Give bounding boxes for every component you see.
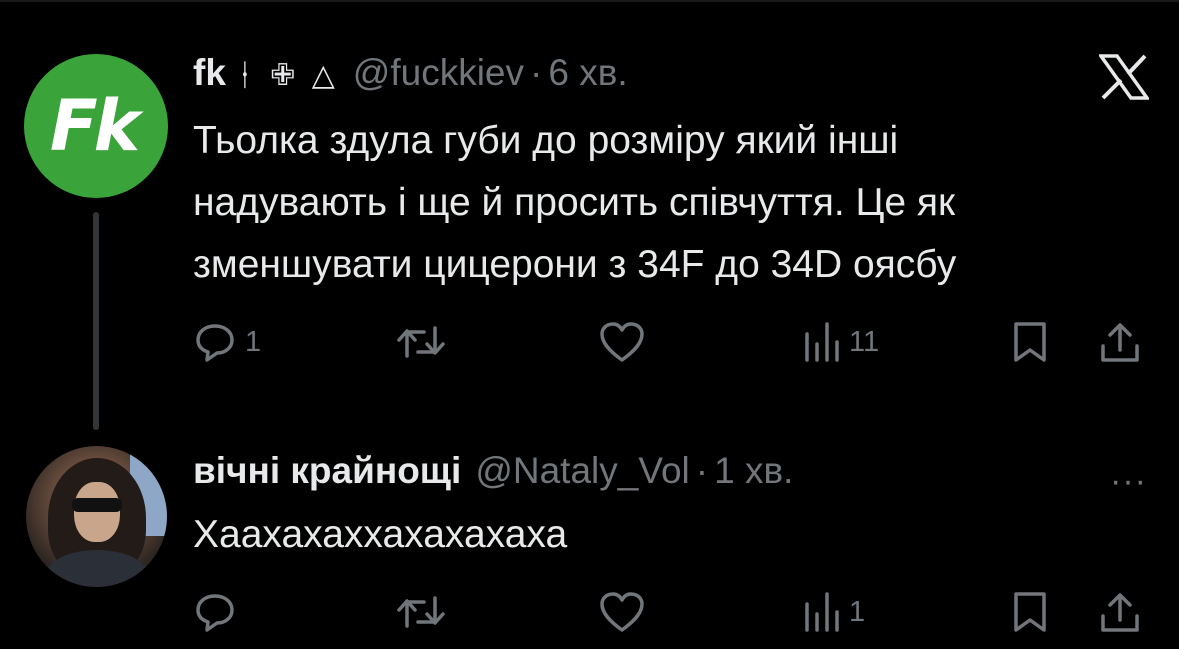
display-name[interactable]: fk <box>193 52 226 94</box>
retweet-button[interactable] <box>396 320 446 364</box>
views-icon <box>805 592 839 632</box>
avatar[interactable] <box>26 446 167 587</box>
reply-icon <box>196 594 234 632</box>
bookmark-button[interactable] <box>1010 320 1050 364</box>
tweet-text-line: Хаахахаххахахахаха <box>193 513 568 556</box>
thread-line <box>93 212 99 430</box>
tweet-text-line: Тьолка здула губи до розміру який інші <box>193 119 899 162</box>
tweet-reply[interactable]: вічні крайнощі @Nataly_Vol · 1 хв. ··· Х… <box>0 430 1179 649</box>
avatar-face <box>74 482 120 542</box>
user-handle[interactable]: @Nataly_Vol <box>475 450 689 492</box>
x-logo-icon[interactable] <box>1099 54 1149 100</box>
tweet-text: Тьолка здула губи до розміру який інші н… <box>193 110 1153 296</box>
bookmark-icon <box>1014 592 1046 632</box>
like-button[interactable] <box>598 320 646 364</box>
views-icon <box>805 322 839 362</box>
timestamp[interactable]: 1 хв. <box>714 450 793 492</box>
bookmark-icon <box>1014 322 1046 362</box>
tweet-header: вічні крайнощі @Nataly_Vol · 1 хв. <box>193 450 793 492</box>
retweet-button[interactable] <box>396 590 446 634</box>
user-handle[interactable]: @fuckkiev <box>353 52 524 94</box>
share-button[interactable] <box>1098 590 1142 634</box>
separator-dot: · <box>530 52 543 93</box>
reply-button[interactable]: 1 <box>193 320 261 364</box>
reply-icon <box>196 324 234 362</box>
views-button[interactable]: 11 <box>801 320 879 364</box>
reply-count: 1 <box>245 325 262 358</box>
heart-icon <box>600 322 644 362</box>
tweet-text-line: надувають і ще й просить співчуття. Це я… <box>193 181 956 224</box>
retweet-icon <box>397 596 445 628</box>
timestamp[interactable]: 6 хв. <box>548 52 627 94</box>
bookmark-button[interactable] <box>1010 590 1050 634</box>
tweet-header: fk ᚽ ✙ △ @fuckkiev · 6 хв. <box>193 52 628 94</box>
views-button[interactable]: 1 <box>801 590 865 634</box>
more-icon[interactable]: ··· <box>1110 462 1147 501</box>
retweet-icon <box>397 326 445 358</box>
heart-icon <box>600 592 644 632</box>
share-icon <box>1101 323 1139 362</box>
share-icon <box>1101 593 1139 632</box>
display-name-symbols: ᚽ ✙ △ <box>235 59 339 92</box>
separator-dot: · <box>695 450 709 491</box>
like-button[interactable] <box>598 590 646 634</box>
views-count: 11 <box>849 325 880 358</box>
tweet-main[interactable]: Fk fk ᚽ ✙ △ @fuckkiev · 6 хв. Тьолка зду… <box>0 0 1179 430</box>
action-bar: 1 <box>193 590 1148 640</box>
action-bar: 1 11 <box>193 320 1148 370</box>
views-count: 1 <box>849 595 866 628</box>
avatar-sunglasses <box>72 498 122 512</box>
tweet-text-line: зменшувати цицерони з 34F до 34D оясбу <box>193 243 957 286</box>
share-button[interactable] <box>1098 320 1142 364</box>
reply-button[interactable] <box>193 590 237 634</box>
avatar[interactable]: Fk <box>24 54 168 198</box>
avatar-logo-text: Fk <box>49 85 140 167</box>
display-name[interactable]: вічні крайнощі <box>193 450 461 492</box>
tweet-text: Хаахахаххахахахаха <box>193 504 1153 566</box>
